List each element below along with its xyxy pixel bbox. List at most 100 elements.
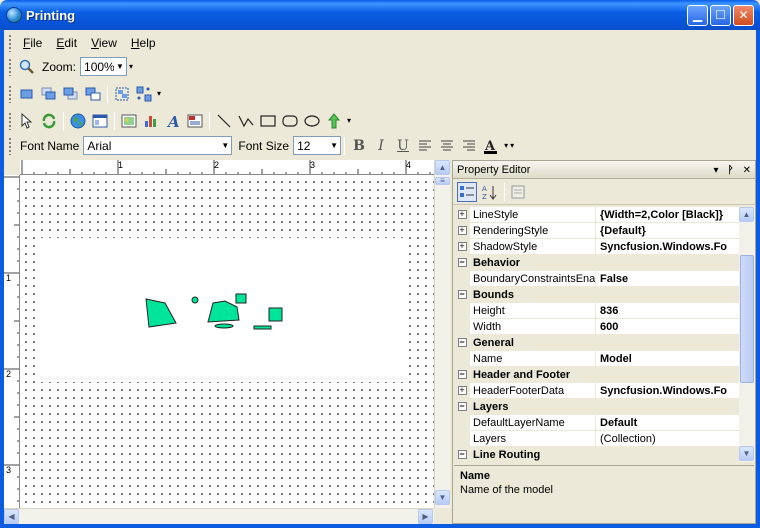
collapse-icon[interactable]: −	[457, 370, 467, 379]
canvas-horizontal-scrollbar[interactable]: ◀ ▶	[4, 508, 434, 524]
toolbar-overflow-icon[interactable]: ▾	[510, 141, 514, 150]
property-value[interactable]: (Collection)	[596, 431, 739, 446]
property-value[interactable]: Model	[596, 351, 739, 366]
toolbar-overflow-icon[interactable]: ▾	[157, 89, 161, 98]
property-row[interactable]: + LineStyle {Width=2,Color [Black]}	[454, 207, 739, 223]
property-grid-scrollbar[interactable]: ▲ ▼	[739, 207, 755, 462]
select-icon[interactable]	[18, 112, 36, 130]
chart-icon[interactable]	[142, 112, 160, 130]
expander[interactable]: +	[454, 223, 470, 238]
property-value[interactable]: Syncfusion.Windows.Fo	[596, 383, 739, 398]
alphabetical-button[interactable]: AZ	[479, 182, 499, 202]
property-category[interactable]: − Header and Footer	[454, 367, 739, 383]
pin-icon[interactable]: ᚹ	[728, 165, 734, 176]
scroll-down-icon[interactable]: ▼	[739, 446, 754, 461]
expander[interactable]: −	[454, 367, 470, 382]
shape-square[interactable]	[268, 307, 283, 322]
property-row[interactable]: Name Model	[454, 351, 739, 367]
bold-button[interactable]: B	[349, 138, 369, 154]
scroll-left-icon[interactable]: ◀	[4, 509, 19, 524]
expander[interactable]: −	[454, 447, 470, 462]
scroll-right-icon[interactable]: ▶	[418, 509, 433, 524]
window-icon[interactable]	[91, 112, 109, 130]
expander[interactable]: −	[454, 287, 470, 302]
scroll-down-icon[interactable]: ▼	[435, 490, 450, 505]
property-category[interactable]: − Behavior	[454, 255, 739, 271]
line-icon[interactable]	[215, 112, 233, 130]
send-back-icon[interactable]	[84, 85, 102, 103]
ungroup-icon[interactable]	[135, 85, 153, 103]
property-value[interactable]: False	[596, 271, 739, 286]
bring-forward-icon[interactable]	[40, 85, 58, 103]
panel-close-icon[interactable]: ✕	[743, 165, 751, 176]
collapse-icon[interactable]: −	[457, 450, 467, 459]
shape-small-circle[interactable]	[191, 296, 199, 304]
collapse-icon[interactable]: −	[457, 402, 467, 411]
toolbar-grip[interactable]	[8, 136, 12, 155]
collapse-icon[interactable]: −	[457, 290, 467, 299]
chevron-down-icon[interactable]: ▼	[328, 137, 341, 154]
property-value[interactable]: Default	[596, 415, 739, 430]
expand-icon[interactable]: +	[457, 242, 467, 251]
menu-file[interactable]: File	[16, 36, 49, 50]
scroll-up-icon[interactable]: ▲	[739, 207, 754, 222]
toolbar-grip[interactable]	[8, 57, 12, 76]
expander[interactable]: +	[454, 383, 470, 398]
property-row[interactable]: Layers (Collection)	[454, 431, 739, 447]
align-right-icon[interactable]	[460, 137, 478, 155]
expand-icon[interactable]: +	[457, 210, 467, 219]
expander[interactable]: −	[454, 255, 470, 270]
diagram-canvas[interactable]	[20, 175, 434, 508]
property-row[interactable]: BoundaryConstraintsEnab False	[454, 271, 739, 287]
chevron-down-icon[interactable]: ▾	[504, 141, 508, 150]
zoom-combo[interactable]: 100% ▼	[80, 57, 128, 76]
scroll-up-icon[interactable]: ▲	[435, 160, 450, 175]
property-row[interactable]: + HeaderFooterData Syncfusion.Windows.Fo	[454, 383, 739, 399]
collapse-icon[interactable]: −	[457, 258, 467, 267]
underline-button[interactable]: U	[393, 138, 413, 154]
polyline-icon[interactable]	[237, 112, 255, 130]
chevron-down-icon[interactable]: ▼	[114, 58, 127, 75]
property-row[interactable]: + ShadowStyle Syncfusion.Windows.Fo	[454, 239, 739, 255]
arrow-icon[interactable]	[325, 112, 343, 130]
expander[interactable]: +	[454, 207, 470, 222]
ellipse-icon[interactable]	[303, 112, 321, 130]
menu-edit[interactable]: Edit	[49, 36, 84, 50]
property-pages-button[interactable]	[508, 182, 528, 202]
font-name-combo[interactable]: Arial ▼	[83, 136, 233, 155]
close-button[interactable]: ✕	[733, 5, 754, 26]
bring-front-icon[interactable]	[18, 85, 36, 103]
image-icon[interactable]	[120, 112, 138, 130]
expander[interactable]: −	[454, 335, 470, 350]
scroll-thumb[interactable]: ≡	[435, 177, 450, 185]
shape-freeform[interactable]	[207, 300, 240, 323]
expander[interactable]: +	[454, 239, 470, 254]
property-category[interactable]: − Layers	[454, 399, 739, 415]
toolbar-grip[interactable]	[8, 111, 12, 130]
menu-view[interactable]: View	[84, 36, 124, 50]
toolbar-overflow-icon[interactable]: ▾	[347, 116, 351, 125]
zoom-icon[interactable]	[18, 58, 36, 76]
scroll-thumb[interactable]	[740, 255, 754, 383]
expand-icon[interactable]: +	[457, 226, 467, 235]
property-row[interactable]: Width 600	[454, 319, 739, 335]
expand-icon[interactable]: +	[457, 386, 467, 395]
property-value[interactable]: Syncfusion.Windows.Fo	[596, 239, 739, 254]
property-grid[interactable]: + LineStyle {Width=2,Color [Black]} + Render…	[454, 207, 739, 462]
rectangle-icon[interactable]	[259, 112, 277, 130]
shape-thin-rect[interactable]	[253, 325, 272, 330]
panel-menu-icon[interactable]: ▾	[713, 165, 718, 176]
align-center-icon[interactable]	[438, 137, 456, 155]
rotate-icon[interactable]	[40, 112, 58, 130]
maximize-button[interactable]: ☐	[710, 5, 731, 26]
expander[interactable]: −	[454, 399, 470, 414]
property-row[interactable]: DefaultLayerName Default	[454, 415, 739, 431]
property-row[interactable]: Height 836	[454, 303, 739, 319]
toolbar-overflow-icon[interactable]: ▾	[129, 62, 133, 71]
group-icon[interactable]	[113, 85, 131, 103]
property-row[interactable]: + RenderingStyle {Default}	[454, 223, 739, 239]
rounded-rect-icon[interactable]	[281, 112, 299, 130]
categorized-button[interactable]	[457, 181, 477, 202]
shape-polygon[interactable]	[145, 298, 177, 328]
align-left-icon[interactable]	[416, 137, 434, 155]
